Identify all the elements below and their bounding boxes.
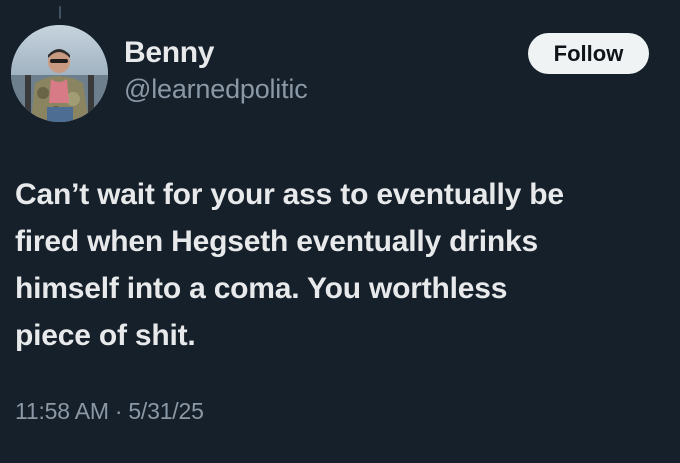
tweet-text-line: piece of shit. xyxy=(15,319,196,352)
avatar-photo xyxy=(11,25,108,122)
meta-separator: · xyxy=(114,398,123,424)
tweet-timestamp[interactable]: 11:58 AM · 5/31/25 xyxy=(15,398,204,425)
tweet-text-line: himself into a coma. You worthless xyxy=(15,272,508,305)
tweet-text: Can’t wait for your ass to eventually be… xyxy=(15,171,670,359)
follow-button[interactable]: Follow xyxy=(528,33,649,74)
author-handle[interactable]: @learnedpolitic xyxy=(124,74,308,105)
thread-connector-line xyxy=(59,6,61,19)
tweet-time[interactable]: 11:58 AM xyxy=(15,398,109,424)
tweet-text-line: Can’t wait for your ass to eventually be xyxy=(15,178,564,211)
avatar[interactable] xyxy=(11,25,108,122)
author-name[interactable]: Benny xyxy=(124,36,214,70)
tweet-text-line: fired when Hegseth eventually drinks xyxy=(15,225,538,258)
tweet-date[interactable]: 5/31/25 xyxy=(128,398,204,424)
